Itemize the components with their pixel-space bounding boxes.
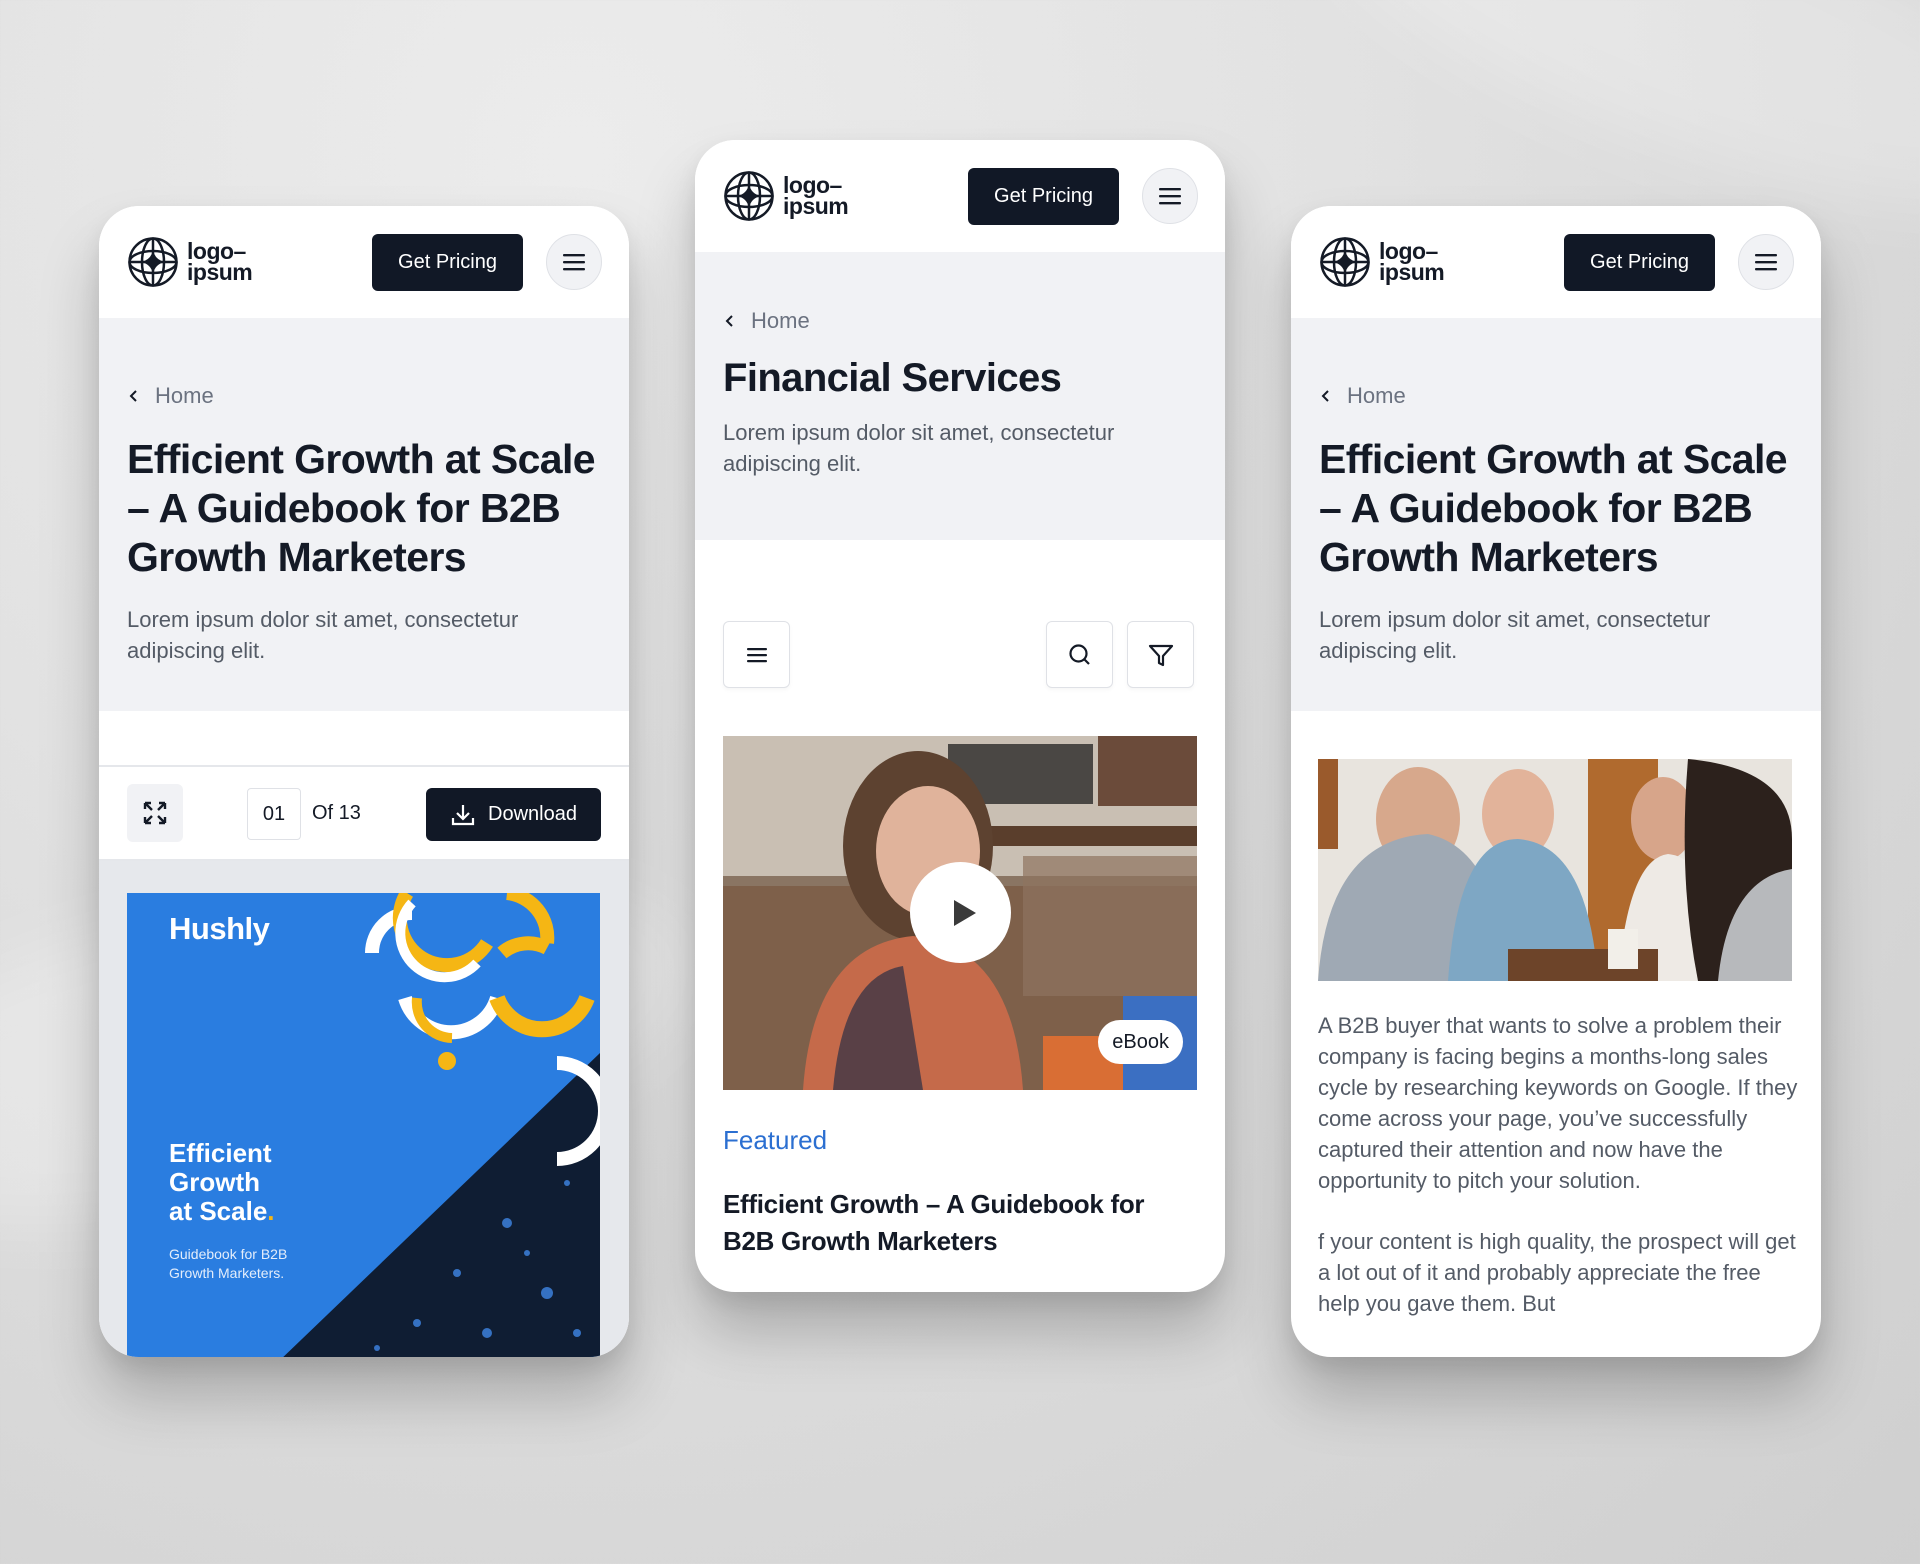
menu-button[interactable] (546, 234, 602, 290)
cover-title: Efficient Growth at Scale. (169, 1139, 275, 1226)
spacer (99, 711, 629, 765)
search-icon (1068, 643, 1090, 665)
group-photo (1318, 759, 1792, 981)
featured-video-thumbnail[interactable]: eBook (723, 736, 1197, 1090)
filter-icon (1148, 644, 1173, 666)
category-menu-button[interactable] (723, 621, 790, 688)
cover-artwork (283, 893, 600, 1357)
list-menu-icon (746, 647, 767, 662)
globe-star-icon (128, 237, 178, 287)
featured-title-link[interactable]: Efficient Growth – A Guidebook for B2B G… (723, 1186, 1193, 1260)
menu-button[interactable] (1142, 168, 1198, 224)
globe-star-icon (724, 171, 774, 221)
article-photo (1318, 759, 1792, 981)
ebook-cover-page: Hushly Efficient Growth at Scale. Guideb… (127, 893, 600, 1357)
breadcrumb-label: Home (1347, 383, 1406, 408)
search-button[interactable] (1046, 621, 1113, 688)
site-header: logo– ipsum Get Pricing (99, 206, 629, 318)
breadcrumb-back-link[interactable]: Home (723, 308, 1197, 334)
page-subtitle: Lorem ipsum dolor sit amet, consectetur … (723, 420, 1115, 476)
hamburger-menu-icon (1755, 254, 1777, 271)
mobile-screen-resource-listing: logo– ipsum Get Pricing Home Financial S… (695, 140, 1225, 1292)
cover-title-line: Efficient (169, 1138, 272, 1168)
logo-text-line2: ipsum (187, 259, 253, 285)
page-subtitle: Lorem ipsum dolor sit amet, consectetur … (127, 607, 519, 663)
breadcrumb-back-link[interactable]: Home (1319, 383, 1793, 409)
cover-brand: Hushly (169, 911, 270, 946)
logo[interactable]: logo– ipsum (1319, 236, 1445, 288)
site-header: logo– ipsum Get Pricing (1291, 206, 1821, 318)
logo-text-line2: ipsum (1379, 259, 1445, 285)
site-header: logo– ipsum Get Pricing (695, 140, 1225, 252)
featured-label: Featured (723, 1125, 828, 1155)
hamburger-menu-icon (563, 254, 585, 271)
download-button[interactable]: Download (426, 788, 601, 841)
page-total-label: Of 13 (312, 802, 361, 824)
filter-button[interactable] (1127, 621, 1194, 688)
get-pricing-button[interactable]: Get Pricing (372, 234, 523, 291)
page-title: Efficient Growth at Scale – A Guidebook … (1319, 436, 1788, 580)
cover-title-line: at Scale (169, 1196, 268, 1226)
globe-star-icon (1320, 237, 1370, 287)
download-icon (451, 804, 475, 825)
hamburger-menu-icon (1159, 188, 1181, 205)
cover-subtitle: Guidebook for B2B Growth Marketers. (169, 1246, 288, 1281)
get-pricing-button[interactable]: Get Pricing (968, 168, 1119, 225)
article-paragraph: f your content is high quality, the pros… (1318, 1229, 1796, 1316)
content-type-badge: eBook (1098, 1020, 1183, 1064)
menu-button[interactable] (1738, 234, 1794, 290)
logo-text-line2: ipsum (783, 193, 849, 219)
page-hero: Home Efficient Growth at Scale – A Guide… (99, 318, 629, 711)
fullscreen-button[interactable] (127, 784, 183, 842)
listing-toolbar (695, 540, 1225, 726)
page-subtitle: Lorem ipsum dolor sit amet, consectetur … (1319, 607, 1711, 663)
expand-icon (143, 801, 167, 825)
cover-title-dot: . (267, 1196, 275, 1226)
chevron-left-icon (725, 315, 733, 327)
breadcrumb-label: Home (155, 383, 214, 408)
download-label: Download (488, 803, 577, 825)
page-hero: Home Efficient Growth at Scale – A Guide… (1291, 318, 1821, 711)
article-paragraph: A B2B buyer that wants to solve a proble… (1318, 1013, 1798, 1193)
mobile-screen-article: logo– ipsum Get Pricing Home Efficient G… (1291, 206, 1821, 1357)
article-body: A B2B buyer that wants to solve a proble… (1318, 1010, 1798, 1319)
chevron-left-icon (129, 390, 137, 402)
breadcrumb-label: Home (751, 308, 810, 333)
logo[interactable]: logo– ipsum (723, 170, 849, 222)
page-number-input[interactable] (247, 788, 301, 840)
play-icon (953, 899, 976, 926)
mobile-screen-ebook-viewer: logo– ipsum Get Pricing Home Efficient G… (99, 206, 629, 1357)
chevron-left-icon (1321, 390, 1329, 402)
page-title: Financial Services (723, 356, 1062, 400)
get-pricing-button[interactable]: Get Pricing (1564, 234, 1715, 291)
cover-title-line: Growth (169, 1167, 260, 1197)
breadcrumb-back-link[interactable]: Home (127, 383, 601, 409)
logo[interactable]: logo– ipsum (127, 236, 253, 288)
document-viewer-toolbar: Of 13 Download (99, 765, 629, 861)
page-title: Efficient Growth at Scale – A Guidebook … (127, 436, 596, 580)
document-viewer: Hushly Efficient Growth at Scale. Guideb… (99, 861, 629, 1357)
play-button[interactable] (910, 862, 1011, 963)
page-hero: Home Financial Services Lorem ipsum dolo… (695, 252, 1225, 540)
